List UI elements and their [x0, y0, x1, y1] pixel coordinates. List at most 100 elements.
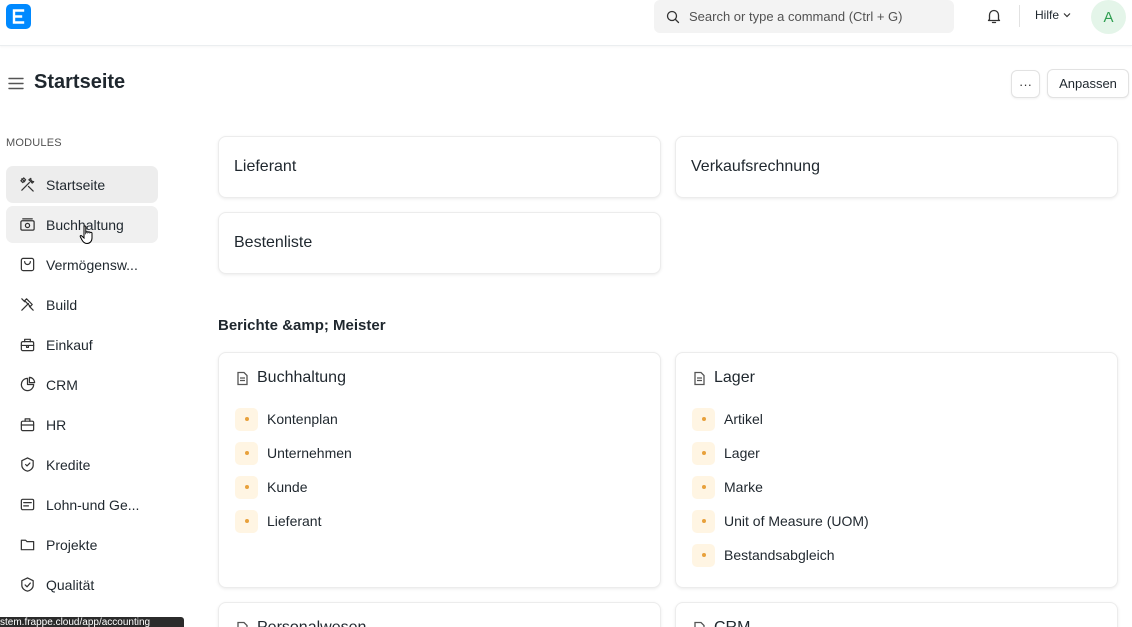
report-card-header[interactable]: CRM	[692, 619, 1101, 627]
document-icon	[694, 371, 705, 385]
asset-icon	[18, 256, 36, 274]
notification-bell-icon[interactable]	[985, 7, 1003, 25]
shortcut-label: Bestenliste	[234, 234, 313, 251]
report-card-crm: CRM	[675, 602, 1118, 627]
shortcut-card-verkaufsrechnung[interactable]: Verkaufsrechnung	[675, 136, 1118, 198]
hamburger-menu-icon[interactable]	[8, 77, 24, 90]
link-item-kontenplan[interactable]: Kontenplan	[235, 402, 644, 436]
search-icon	[666, 10, 680, 23]
sidebar-item-label: HR	[46, 416, 67, 433]
reports-section-title: Berichte &amp; Meister	[218, 317, 386, 334]
report-card-title: Lager	[714, 369, 755, 386]
link-item-unternehmen[interactable]: Unternehmen	[235, 436, 644, 470]
shortcut-label: Verkaufsrechnung	[691, 158, 820, 175]
sidebar-item-build[interactable]: Build	[6, 286, 158, 323]
bullet-dot-icon	[692, 441, 715, 465]
user-avatar[interactable]: A	[1091, 0, 1126, 34]
sidebar-section-label: MODULES	[6, 137, 62, 149]
accounting-icon	[18, 216, 36, 234]
sidebar-item-vermoegenswerte[interactable]: Vermögensw...	[6, 246, 158, 283]
link-label: Kunde	[267, 479, 308, 495]
hammer-icon	[18, 296, 36, 314]
folder-icon	[18, 536, 36, 554]
sidebar-item-projekte[interactable]: Projekte	[6, 526, 158, 563]
hr-icon	[18, 416, 36, 434]
bullet-dot-icon	[235, 407, 258, 431]
sidebar-item-label: Vermögensw...	[46, 256, 138, 273]
report-card-header[interactable]: Buchhaltung	[235, 369, 644, 387]
payroll-icon	[18, 496, 36, 514]
navbar-divider	[1019, 5, 1020, 27]
report-card-header[interactable]: Lager	[692, 369, 1101, 387]
sidebar-item-label: Startseite	[46, 176, 106, 193]
link-label: Artikel	[724, 411, 763, 427]
app-logo[interactable]	[6, 4, 31, 29]
search-bar[interactable]: Search or type a command (Ctrl + G)	[654, 0, 954, 33]
link-item-lieferant[interactable]: Lieferant	[235, 504, 644, 538]
sidebar-item-qualitaet[interactable]: Qualität	[6, 566, 158, 603]
bullet-dot-icon	[235, 475, 258, 499]
link-item-lager[interactable]: Lager	[692, 436, 1101, 470]
report-card-buchhaltung: Buchhaltung Kontenplan Unternehmen Kunde…	[218, 352, 661, 588]
sidebar-item-label: Build	[46, 296, 78, 313]
link-label: Unternehmen	[267, 445, 352, 461]
more-options-button[interactable]: ···	[1011, 70, 1040, 98]
link-label: Marke	[724, 479, 763, 495]
quality-icon	[18, 576, 36, 594]
report-card-title: Personalwesen	[257, 619, 366, 627]
sidebar-item-lohn-und-gehalt[interactable]: Lohn-und Ge...	[6, 486, 158, 523]
link-item-uom[interactable]: Unit of Measure (UOM)	[692, 504, 1101, 538]
help-label: Hilfe	[1035, 8, 1060, 22]
link-item-kunde[interactable]: Kunde	[235, 470, 644, 504]
sidebar-item-label: Einkauf	[46, 336, 93, 353]
sidebar-item-einkauf[interactable]: Einkauf	[6, 326, 158, 363]
link-label: Lieferant	[267, 513, 322, 529]
bullet-dot-icon	[235, 441, 258, 465]
hand-pointer-cursor-icon	[79, 225, 93, 245]
link-label: Bestandsabgleich	[724, 547, 835, 563]
link-item-bestandsabgleich[interactable]: Bestandsabgleich	[692, 538, 1101, 572]
shortcut-label: Lieferant	[234, 158, 297, 175]
sidebar-item-kredite[interactable]: Kredite	[6, 446, 158, 483]
navbar: Search or type a command (Ctrl + G) Hilf…	[0, 0, 1132, 46]
shortcut-card-bestenliste[interactable]: Bestenliste	[218, 212, 661, 274]
shortcut-card-lieferant[interactable]: Lieferant	[218, 136, 661, 198]
crm-icon	[18, 376, 36, 394]
link-label: Unit of Measure (UOM)	[724, 513, 869, 529]
report-card-title: Buchhaltung	[257, 369, 346, 386]
loan-icon	[18, 456, 36, 474]
bullet-dot-icon	[692, 509, 715, 533]
sidebar-item-label: Qualität	[46, 576, 95, 593]
document-icon	[237, 371, 248, 385]
browser-status-url: stem.frappe.cloud/app/accounting	[0, 617, 184, 627]
bullet-dot-icon	[692, 475, 715, 499]
sidebar-item-label: CRM	[46, 376, 78, 393]
sidebar-item-label: Projekte	[46, 536, 98, 553]
report-card-header[interactable]: Personalwesen	[235, 619, 644, 627]
bullet-dot-icon	[692, 543, 715, 567]
report-card-title: CRM	[714, 619, 750, 627]
sidebar-item-hr[interactable]: HR	[6, 406, 158, 443]
purchase-icon	[18, 336, 36, 354]
bullet-dot-icon	[235, 509, 258, 533]
report-card-personalwesen: Personalwesen	[218, 602, 661, 627]
document-icon	[237, 621, 248, 627]
chevron-down-icon	[1063, 13, 1071, 18]
link-item-artikel[interactable]: Artikel	[692, 402, 1101, 436]
sidebar-item-crm[interactable]: CRM	[6, 366, 158, 403]
sidebar-item-label: Kredite	[46, 456, 91, 473]
link-label: Lager	[724, 445, 760, 461]
report-card-lager: Lager Artikel Lager Marke Unit of Measur…	[675, 352, 1118, 588]
link-label: Kontenplan	[267, 411, 338, 427]
erpnext-logo-icon	[12, 9, 25, 24]
search-placeholder: Search or type a command (Ctrl + G)	[689, 9, 903, 24]
tools-icon	[18, 176, 36, 194]
customize-button[interactable]: Anpassen	[1047, 69, 1129, 98]
sidebar-item-startseite[interactable]: Startseite	[6, 166, 158, 203]
bullet-dot-icon	[692, 407, 715, 431]
sidebar-item-label: Lohn-und Ge...	[46, 496, 140, 513]
page-title: Startseite	[34, 71, 126, 93]
help-dropdown[interactable]: Hilfe	[1035, 8, 1072, 22]
document-icon	[694, 621, 705, 627]
link-item-marke[interactable]: Marke	[692, 470, 1101, 504]
